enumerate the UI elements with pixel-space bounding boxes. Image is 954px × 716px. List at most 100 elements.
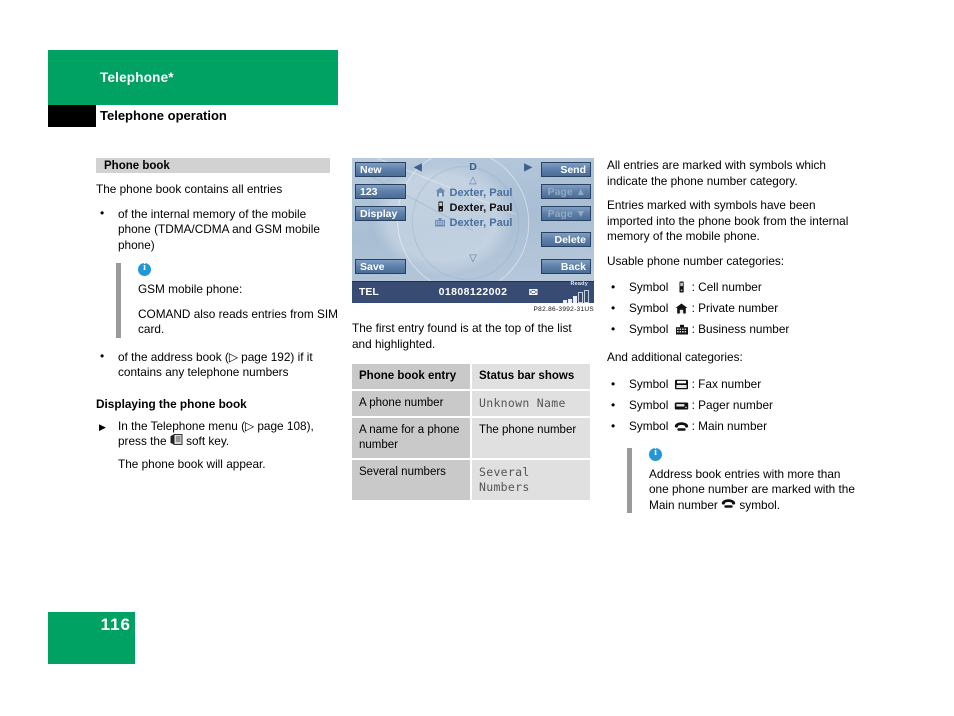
phonebook-softkey-icon xyxy=(170,434,183,450)
table-cell-status: Unknown Name xyxy=(472,391,590,416)
table-row: A phone number Unknown Name xyxy=(352,391,590,416)
envelope-icon: ✉ xyxy=(528,287,538,299)
section-title: Telephone operation xyxy=(100,108,227,123)
main-phone-icon xyxy=(721,498,736,514)
bullet-dot-icon: • xyxy=(100,205,105,220)
list-item: • Symbol : Fax number xyxy=(607,375,855,396)
softkey-display[interactable]: Display xyxy=(355,206,406,221)
list-item[interactable]: Dexter, Paul xyxy=(410,186,536,201)
signal-bars-icon xyxy=(562,290,589,303)
table-cell-entry: A name for a phone number xyxy=(352,418,470,458)
list-item-selected[interactable]: Dexter, Paul xyxy=(410,201,536,216)
list-item-label: Dexter, Paul xyxy=(449,217,513,229)
left-bullet-list: • of the internal memory of the mobile p… xyxy=(96,205,338,254)
symbol-prefix: Symbol xyxy=(629,418,669,433)
right-paragraph-4: And additional categories: xyxy=(607,350,743,364)
softkey-123[interactable]: 123 xyxy=(355,184,406,199)
main-phone-icon xyxy=(672,419,692,438)
status-phone-number: 01808122002 xyxy=(438,286,508,298)
symbol-prefix: Symbol xyxy=(629,376,669,391)
softkey-send[interactable]: Send xyxy=(541,162,591,177)
intro-paragraph: The phone book contains all entries xyxy=(96,182,283,196)
comand-status-bar: TEL 01808122002 ✉ Ready xyxy=(352,281,594,303)
business-icon xyxy=(672,322,692,341)
list-item[interactable]: Dexter, Paul xyxy=(410,216,536,231)
bullet-dot-icon: • xyxy=(100,348,105,363)
scroll-down-indicator-icon[interactable]: ▽ xyxy=(410,253,536,264)
sub-heading: Displaying the phone book xyxy=(96,396,247,411)
phonebook-status-table: Phone book entry Status bar shows A phon… xyxy=(350,362,592,502)
softkey-save[interactable]: Save xyxy=(355,259,406,274)
softkey-page-down[interactable]: Page ▼ xyxy=(541,206,591,221)
list-item-label: Dexter, Paul xyxy=(449,202,513,214)
list-item: • of the address book (▷ page 192) if it… xyxy=(96,348,338,381)
list-item: • of the internal memory of the mobile p… xyxy=(96,205,338,254)
step-text-post: soft key. xyxy=(182,434,230,448)
table-header-cell-status: Status bar shows xyxy=(472,364,590,389)
left-bullet-list-2: • of the address book (▷ page 192) if it… xyxy=(96,348,338,381)
note-line-1: GSM mobile phone: xyxy=(138,282,243,296)
table-cell-status: Several Numbers xyxy=(472,460,590,500)
info-circle-icon xyxy=(138,262,151,276)
table-header-cell-entry: Phone book entry xyxy=(352,364,470,389)
note-side-bar xyxy=(116,263,121,338)
private-home-icon xyxy=(434,187,447,201)
list-item: • Symbol : Pager number xyxy=(607,396,855,417)
symbol-label: : Business number xyxy=(691,322,790,336)
left-column: Phone book The phone book contains all e… xyxy=(96,158,338,472)
list-item: • Symbol : Private number xyxy=(607,299,855,320)
symbol-label: : Fax number xyxy=(691,376,762,391)
manual-page: Telephone* Telephone operation Phone boo… xyxy=(0,0,954,716)
list-item-label: of the internal memory of the mobile pho… xyxy=(118,206,320,252)
section-marker-block xyxy=(48,105,96,127)
list-item: • Symbol : Cell number xyxy=(607,278,855,299)
right-column: All entries are marked with symbols whic… xyxy=(607,158,855,525)
pager-icon xyxy=(672,398,692,417)
list-item: • Symbol : Main number xyxy=(607,417,855,438)
list-item: • Symbol : Business number xyxy=(607,320,855,341)
status-ready-label: Ready xyxy=(570,281,588,287)
symbol-label: : Private number xyxy=(691,301,779,315)
triangle-right-icon[interactable]: ▶ xyxy=(524,160,532,175)
letter-navigation-row: ◀ D ▶ xyxy=(410,160,536,175)
cell-phone-icon xyxy=(434,201,447,216)
table-header-row: Phone book entry Status bar shows xyxy=(352,364,590,389)
bullet-dot-icon: • xyxy=(611,376,616,391)
scroll-up-indicator-icon[interactable]: △ xyxy=(410,175,536,186)
softkey-new[interactable]: New xyxy=(355,162,406,177)
figure-description: The first entry found is at the top of t… xyxy=(352,321,572,351)
subsection-bar: Phone book xyxy=(96,158,330,173)
cell-phone-icon xyxy=(672,280,692,299)
right-paragraph-3: Usable phone number categories: xyxy=(607,253,785,268)
triangle-left-icon[interactable]: ◀ xyxy=(414,160,422,175)
right-paragraph-1: All entries are marked with symbols whic… xyxy=(607,158,826,188)
current-letter: D xyxy=(469,161,477,173)
softkey-back[interactable]: Back xyxy=(541,259,591,274)
info-circle-icon xyxy=(649,447,662,461)
bullet-dot-icon: • xyxy=(611,418,616,433)
symbol-label: : Main number xyxy=(691,418,768,433)
info-note-box: GSM mobile phone: COMAND also reads entr… xyxy=(116,262,338,338)
step-result: The phone book will appear. xyxy=(118,456,266,471)
private-home-icon xyxy=(672,301,692,320)
info-note-box-right: Address book entries with more than one … xyxy=(627,447,855,514)
note-text: Address book entries with more than one … xyxy=(649,467,855,514)
middle-column: New 123 Display Save Send Page ▲ Page ▼ … xyxy=(352,158,594,502)
table-cell-status: The phone number xyxy=(472,418,590,458)
symbol-label: : Cell number xyxy=(691,280,762,294)
list-item-label: Dexter, Paul xyxy=(449,187,513,199)
usable-categories-list: • Symbol : Cell number • Symbol : Privat… xyxy=(607,278,855,341)
bullet-dot-icon: • xyxy=(611,397,616,412)
fax-icon xyxy=(672,377,692,396)
symbol-prefix: Symbol xyxy=(629,301,669,315)
softkey-page-up[interactable]: Page ▲ xyxy=(541,184,591,199)
note-line-2: COMAND also reads entries from SIM card. xyxy=(138,306,338,337)
chapter-title: Telephone* xyxy=(100,70,174,85)
bullet-dot-icon: • xyxy=(611,280,616,294)
right-paragraph-2: Entries marked with symbols have been im… xyxy=(607,198,849,243)
note-side-bar xyxy=(627,447,632,514)
chapter-header-band xyxy=(48,50,338,105)
note-text-post: symbol. xyxy=(736,497,781,512)
comand-display-screenshot: New 123 Display Save Send Page ▲ Page ▼ … xyxy=(352,158,594,303)
softkey-delete[interactable]: Delete xyxy=(541,232,591,247)
